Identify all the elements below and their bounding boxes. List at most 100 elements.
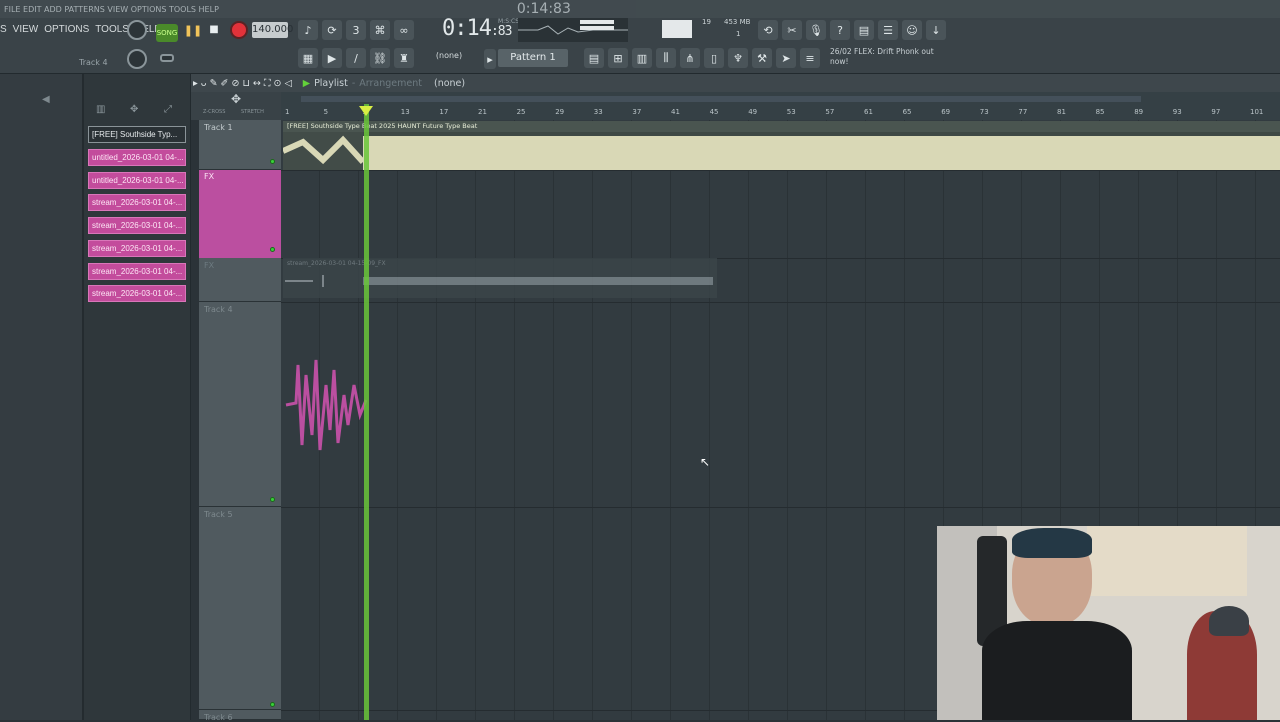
audio-clip-beat[interactable]: [FREE] Southside Type Beat 2025 HAUNT Fu…: [281, 121, 1280, 170]
countdown-icon[interactable]: 3: [346, 20, 366, 40]
move-icon[interactable]: ✥: [130, 104, 138, 115]
none-selector[interactable]: (none): [432, 51, 466, 65]
ruler-number: 97: [1211, 108, 1221, 116]
link-icon[interactable]: ⛓: [370, 48, 390, 68]
speaker-icon[interactable]: ◀: [42, 94, 50, 105]
download-icon[interactable]: ↓: [926, 20, 946, 40]
mouse-pointer-icon: ↖: [700, 455, 711, 469]
mic-icon[interactable]: 🎙: [806, 20, 826, 40]
clip-item-1[interactable]: untitled_2026-03-01 04-...: [88, 149, 186, 166]
ruler-number: 13: [400, 108, 410, 116]
person-shirt: [982, 621, 1132, 720]
playlist-tools-icons[interactable]: ▸ᴗ✎✐⊘⊔↔⛶⊙◁: [193, 78, 295, 89]
track-header-5[interactable]: Track 5: [199, 507, 281, 710]
metronome-icon[interactable]: ♪: [298, 20, 318, 40]
master-volume-knob[interactable]: [127, 20, 147, 40]
track-header-fx[interactable]: [199, 170, 281, 258]
menu-prefix: S: [0, 23, 7, 35]
track-2-status-dot[interactable]: [270, 247, 275, 252]
track-header-6[interactable]: Track 6: [199, 710, 281, 722]
ruler-number: 89: [1134, 108, 1144, 116]
time-main: 0:14: [442, 16, 492, 41]
cut-icon[interactable]: ✂: [782, 20, 802, 40]
zcross-icon[interactable]: Z-CROSS: [203, 109, 225, 115]
help-icon[interactable]: ?: [830, 20, 850, 40]
playlist-sub: Arrangement: [359, 77, 422, 89]
menu-view[interactable]: VIEW: [13, 24, 39, 35]
track-4-status-dot[interactable]: [270, 497, 275, 502]
news-hint[interactable]: 26/02 FLEX: Drift Phonk out now!: [830, 47, 950, 67]
news-icon[interactable]: ≡: [800, 48, 820, 68]
track-5-status-dot[interactable]: [270, 702, 275, 707]
pattern-arrow-icon[interactable]: ▸: [484, 49, 496, 69]
pause-button[interactable]: ❚❚: [182, 19, 204, 41]
chat-icon[interactable]: ☺: [902, 20, 922, 40]
playhead-line[interactable]: [364, 104, 369, 720]
background-wall: [1087, 526, 1247, 596]
master-pitch-knob[interactable]: [127, 49, 147, 69]
timeline-ruler[interactable]: 1591317212529333741454953576165697377818…: [281, 92, 1280, 120]
snap-icon[interactable]: ✥: [231, 92, 241, 106]
blend-icon[interactable]: ∞: [394, 20, 414, 40]
ghost-time: 0:14:83: [516, 1, 571, 17]
track-header-3[interactable]: FX: [199, 258, 281, 302]
track-header-4[interactable]: Track 4: [199, 302, 281, 507]
clip-item-4[interactable]: stream_2026-03-01 04-...: [88, 217, 186, 234]
clip-item-2[interactable]: untitled_2026-03-01 04-...: [88, 172, 186, 189]
expand-icon[interactable]: ⤢: [164, 104, 172, 115]
tempo-display[interactable]: 140.000: [252, 22, 293, 38]
playlist-icon[interactable]: ▤: [584, 48, 604, 68]
piano-icon[interactable]: ▦: [298, 48, 318, 68]
stamp-icon[interactable]: ♜: [394, 48, 414, 68]
clip-view-icon[interactable]: ▥: [96, 104, 105, 115]
play-arrow-icon[interactable]: ▶: [322, 48, 342, 68]
playlist-none[interactable]: (none): [434, 78, 465, 89]
stream-waveform: [285, 275, 713, 287]
playlist-play-icon[interactable]: ▶: [303, 78, 310, 89]
ruler-scroll[interactable]: [301, 96, 1141, 102]
save-icon[interactable]: ▤: [854, 20, 874, 40]
record-button[interactable]: [230, 21, 248, 39]
time-frac: :83: [490, 24, 513, 39]
plugin-icon[interactable]: ♆: [728, 48, 748, 68]
menu-options[interactable]: OPTIONS: [44, 24, 89, 35]
audio-clip-stream[interactable]: stream_2026-03-01 04-15-09_FX: [283, 258, 717, 298]
track-label: Track 4: [204, 305, 233, 314]
song-mode-button[interactable]: SONG: [156, 24, 178, 42]
mixer-icon[interactable]: ☰: [878, 20, 898, 40]
monitor-wave: [518, 20, 628, 35]
ruler-number: 49: [748, 108, 758, 116]
browser-tree-icon[interactable]: ⋔: [680, 48, 700, 68]
left-side-panel: ◀: [0, 74, 84, 720]
channel-rack-icon[interactable]: ⊞: [608, 48, 628, 68]
main-toolbar: FILE EDIT ADD PATTERNS VIEW OPTIONS TOOL…: [0, 0, 1280, 74]
clip-item-3[interactable]: stream_2026-03-01 04-...: [88, 194, 186, 211]
pitch-slider[interactable]: [160, 54, 174, 62]
clip-item-5[interactable]: stream_2026-03-01 04-...: [88, 240, 186, 257]
pattern-selector[interactable]: Pattern 1: [498, 49, 568, 67]
clip-item-7[interactable]: stream_2026-03-01 04-...: [88, 285, 186, 302]
refresh-icon[interactable]: ⟲: [758, 20, 778, 40]
ruler-number: 93: [1172, 108, 1182, 116]
wrench-icon[interactable]: ⚒: [752, 48, 772, 68]
clip-caption: [FREE] Southside Type Beat 2025 HAUNT Fu…: [283, 121, 1280, 132]
ruler-number: 5: [323, 108, 329, 116]
menu-tools[interactable]: TOOLS: [95, 24, 129, 35]
track-header-1[interactable]: Track 1: [199, 120, 281, 170]
clip-item-6[interactable]: stream_2026-03-01 04-...: [88, 263, 186, 280]
hint-track-label: Track 4: [79, 58, 108, 67]
stretch-icon[interactable]: STRETCH: [241, 109, 264, 115]
file-icon[interactable]: ▯: [704, 48, 724, 68]
clip-item-0[interactable]: [FREE] Southside Typ...: [88, 126, 186, 143]
brush-icon[interactable]: /: [346, 48, 366, 68]
piano-roll-icon[interactable]: ▥: [632, 48, 652, 68]
wait-input-icon[interactable]: ⟳: [322, 20, 342, 40]
track-1-status-dot[interactable]: [270, 159, 275, 164]
ruler-number: 1: [285, 108, 290, 116]
playhead-marker[interactable]: [359, 106, 373, 116]
share-icon[interactable]: ➤: [776, 48, 796, 68]
step-edit-icon[interactable]: ⌘: [370, 20, 390, 40]
vocal-clip-waveform[interactable]: [284, 355, 374, 460]
mixer-bars-icon[interactable]: ⫼: [656, 48, 676, 68]
stop-button[interactable]: ■: [207, 22, 221, 36]
